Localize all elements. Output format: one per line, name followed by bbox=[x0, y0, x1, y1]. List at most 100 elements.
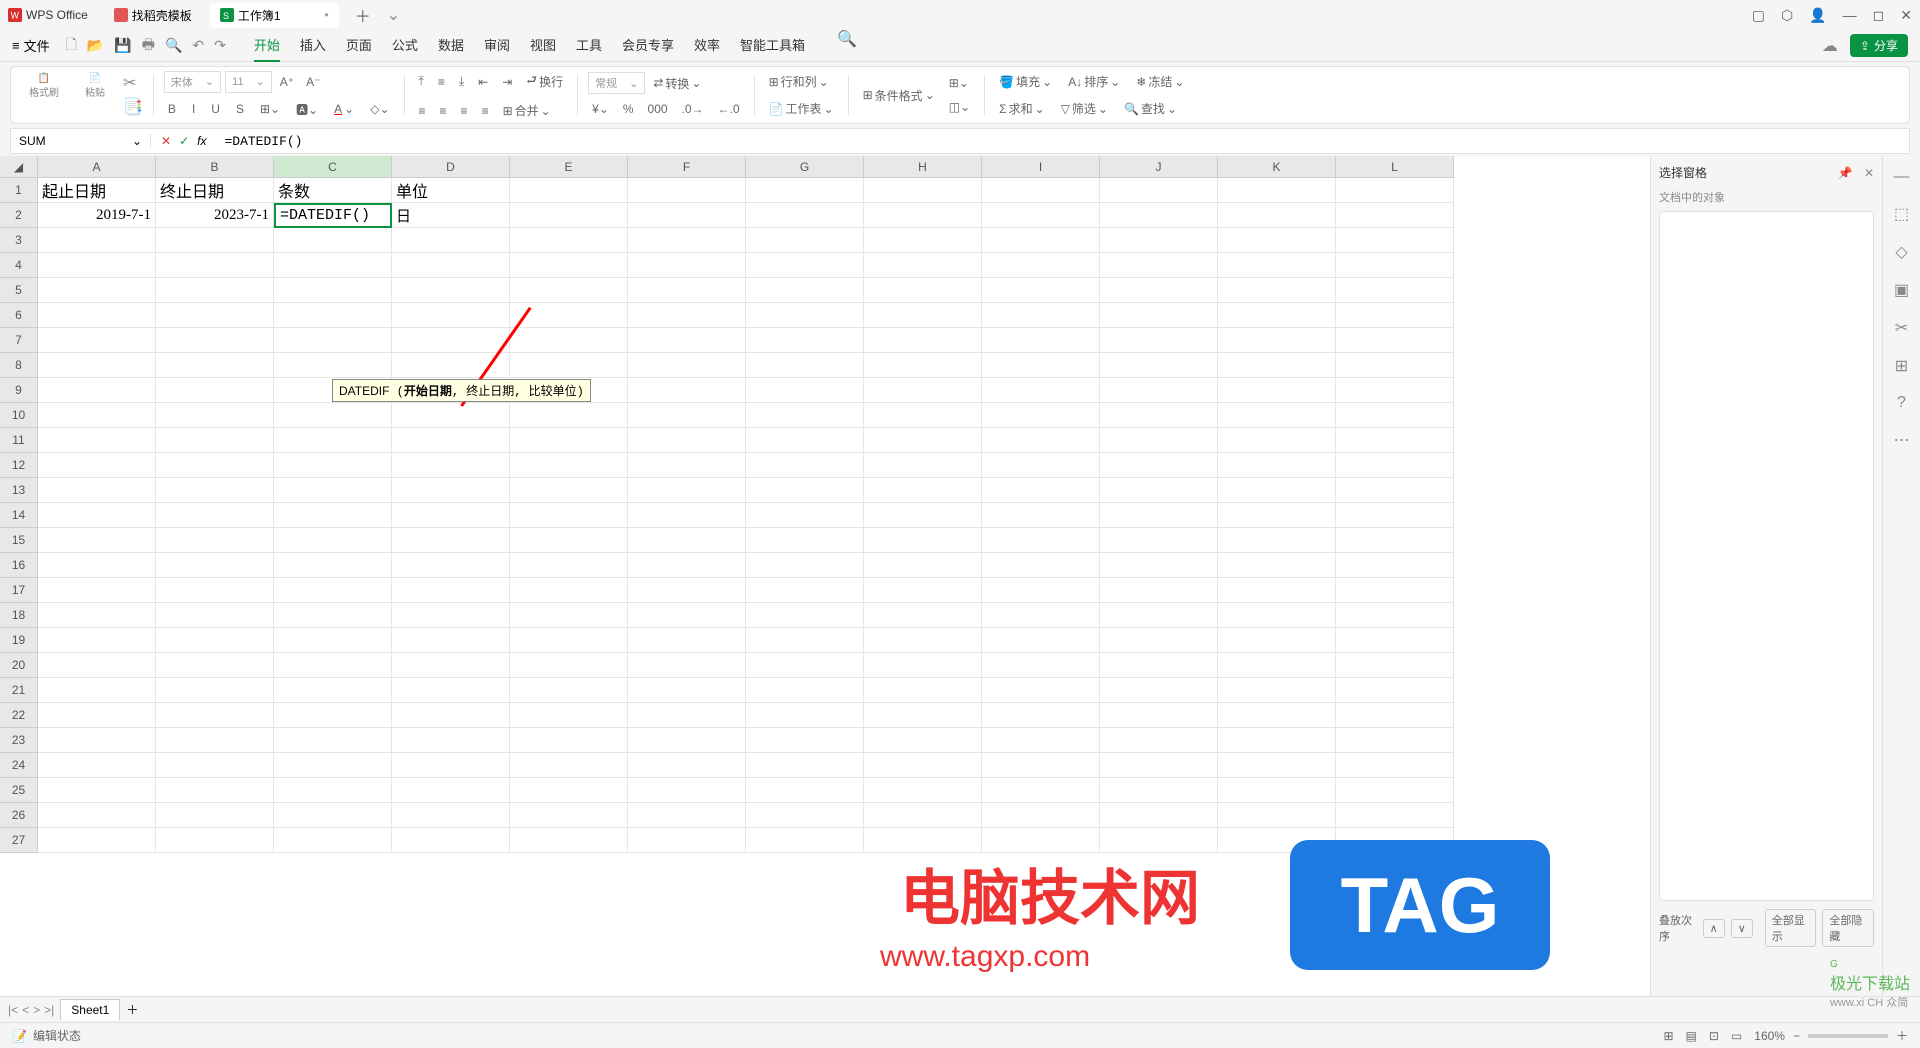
cell[interactable] bbox=[392, 578, 510, 603]
cell[interactable]: 2019-7-1 bbox=[38, 203, 156, 228]
col-header-L[interactable]: L bbox=[1336, 156, 1454, 178]
cell[interactable] bbox=[982, 728, 1100, 753]
col-header-F[interactable]: F bbox=[628, 156, 746, 178]
col-header-B[interactable]: B bbox=[156, 156, 274, 178]
help-icon[interactable]: ? bbox=[1897, 394, 1906, 412]
maximize-button[interactable]: ◻ bbox=[1873, 7, 1885, 24]
cell[interactable] bbox=[510, 228, 628, 253]
cell[interactable] bbox=[628, 828, 746, 853]
cell[interactable] bbox=[510, 753, 628, 778]
cell[interactable] bbox=[1218, 478, 1336, 503]
cell[interactable] bbox=[1100, 728, 1218, 753]
sum-button[interactable]: Σ 求和⌄ bbox=[995, 98, 1049, 119]
tab-data[interactable]: 数据 bbox=[438, 29, 464, 62]
cell[interactable] bbox=[628, 378, 746, 403]
cell[interactable] bbox=[864, 278, 982, 303]
cell[interactable] bbox=[156, 528, 274, 553]
layer-icon[interactable]: ▣ bbox=[1894, 280, 1909, 300]
cell[interactable] bbox=[864, 303, 982, 328]
cell[interactable] bbox=[38, 328, 156, 353]
cell[interactable] bbox=[1336, 778, 1454, 803]
cell[interactable] bbox=[392, 453, 510, 478]
cell[interactable] bbox=[1100, 178, 1218, 203]
show-all-button[interactable]: 全部显示 bbox=[1765, 909, 1817, 947]
cell[interactable] bbox=[1336, 803, 1454, 828]
row-header[interactable]: 23 bbox=[0, 728, 38, 753]
pin-icon[interactable]: 📌 bbox=[1838, 166, 1853, 180]
italic-icon[interactable]: I bbox=[188, 99, 199, 120]
cell[interactable] bbox=[1100, 753, 1218, 778]
cell[interactable] bbox=[156, 428, 274, 453]
cell[interactable] bbox=[746, 728, 864, 753]
cell[interactable] bbox=[1100, 303, 1218, 328]
cell[interactable] bbox=[982, 228, 1100, 253]
copy-icon[interactable]: 📑 bbox=[123, 97, 143, 117]
cell[interactable] bbox=[392, 728, 510, 753]
zoom-out-button[interactable]: − bbox=[1793, 1029, 1800, 1043]
cell[interactable] bbox=[392, 803, 510, 828]
cell[interactable] bbox=[274, 578, 392, 603]
cell[interactable] bbox=[38, 303, 156, 328]
shape-icon[interactable]: ◇ bbox=[1895, 242, 1907, 262]
paste-button[interactable]: 📄粘贴 bbox=[77, 73, 113, 117]
cell[interactable] bbox=[746, 253, 864, 278]
cell[interactable] bbox=[1100, 778, 1218, 803]
cell[interactable] bbox=[274, 653, 392, 678]
percent-icon[interactable]: % bbox=[619, 100, 638, 118]
cell[interactable] bbox=[1100, 428, 1218, 453]
cell[interactable] bbox=[746, 653, 864, 678]
freeze-button[interactable]: ❄ 冻结⌄ bbox=[1132, 71, 1188, 92]
cell[interactable] bbox=[156, 778, 274, 803]
row-header[interactable]: 26 bbox=[0, 803, 38, 828]
cell[interactable] bbox=[1218, 703, 1336, 728]
cell[interactable] bbox=[156, 753, 274, 778]
row-header[interactable]: 22 bbox=[0, 703, 38, 728]
cell[interactable] bbox=[982, 503, 1100, 528]
row-header[interactable]: 3 bbox=[0, 228, 38, 253]
cell[interactable] bbox=[38, 353, 156, 378]
row-header[interactable]: 25 bbox=[0, 778, 38, 803]
cell[interactable] bbox=[746, 378, 864, 403]
cell[interactable] bbox=[628, 178, 746, 203]
cell[interactable] bbox=[1336, 528, 1454, 553]
strike-icon[interactable]: S bbox=[232, 99, 248, 120]
cell[interactable] bbox=[156, 728, 274, 753]
cell[interactable] bbox=[392, 628, 510, 653]
cell[interactable] bbox=[628, 303, 746, 328]
cell[interactable] bbox=[392, 828, 510, 853]
font-name-select[interactable]: 宋体⌄ bbox=[164, 71, 221, 93]
cell[interactable] bbox=[1218, 203, 1336, 228]
cell[interactable] bbox=[628, 803, 746, 828]
cell[interactable] bbox=[274, 828, 392, 853]
row-header[interactable]: 11 bbox=[0, 428, 38, 453]
number-format-select[interactable]: 常规⌄ bbox=[588, 72, 645, 94]
cell[interactable] bbox=[392, 553, 510, 578]
cell[interactable] bbox=[746, 453, 864, 478]
cell[interactable] bbox=[628, 603, 746, 628]
cell[interactable] bbox=[38, 553, 156, 578]
cell[interactable] bbox=[156, 678, 274, 703]
col-header-D[interactable]: D bbox=[392, 156, 510, 178]
cell[interactable] bbox=[628, 403, 746, 428]
cell[interactable] bbox=[746, 203, 864, 228]
cell[interactable] bbox=[392, 328, 510, 353]
align-right-icon[interactable]: ≡ bbox=[457, 100, 472, 121]
cell[interactable] bbox=[1336, 728, 1454, 753]
tab-page[interactable]: 页面 bbox=[346, 29, 372, 62]
indent-dec-icon[interactable]: ⇤ bbox=[474, 69, 492, 94]
cell[interactable] bbox=[274, 603, 392, 628]
cell[interactable] bbox=[746, 828, 864, 853]
cell[interactable] bbox=[982, 678, 1100, 703]
filter-button[interactable]: ▽ 筛选⌄ bbox=[1057, 98, 1112, 119]
cell[interactable] bbox=[1336, 228, 1454, 253]
cell[interactable] bbox=[38, 828, 156, 853]
cell[interactable] bbox=[392, 653, 510, 678]
cell[interactable] bbox=[982, 803, 1100, 828]
cell[interactable] bbox=[510, 728, 628, 753]
cell[interactable] bbox=[156, 603, 274, 628]
row-header[interactable]: 24 bbox=[0, 753, 38, 778]
row-header[interactable]: 13 bbox=[0, 478, 38, 503]
cell[interactable] bbox=[628, 228, 746, 253]
cell[interactable] bbox=[274, 453, 392, 478]
cell[interactable] bbox=[1100, 453, 1218, 478]
